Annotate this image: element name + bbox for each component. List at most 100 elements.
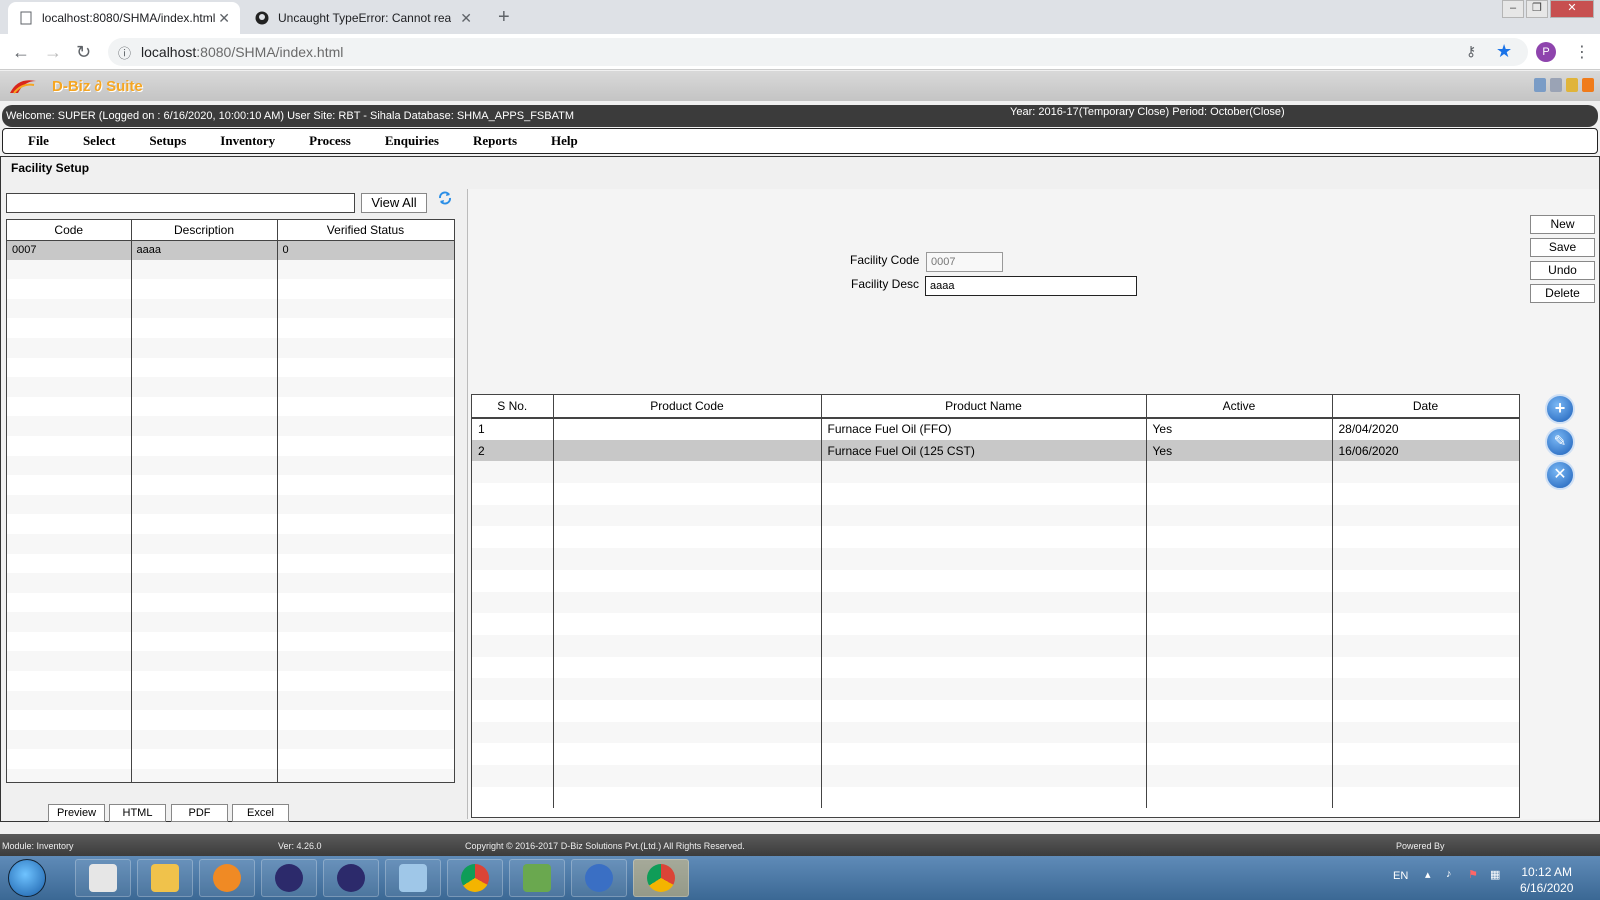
version-text: Ver: 4.26.0 xyxy=(278,841,322,851)
taskbar-app-explorer[interactable] xyxy=(137,859,193,897)
start-button[interactable] xyxy=(8,859,46,897)
new-button[interactable]: New xyxy=(1530,215,1595,234)
empty-cell xyxy=(7,671,132,691)
table-row-empty xyxy=(7,612,454,632)
search-input[interactable] xyxy=(6,193,355,213)
excel-export-button[interactable]: Excel xyxy=(232,804,289,822)
empty-cell xyxy=(277,671,454,691)
empty-cell xyxy=(1146,721,1333,744)
column-header-sno[interactable]: S No. xyxy=(472,395,554,419)
column-header-date[interactable]: Date xyxy=(1332,395,1519,419)
empty-cell xyxy=(1146,461,1333,484)
column-header-product-name[interactable]: Product Name xyxy=(821,395,1147,419)
menu-reports[interactable]: Reports xyxy=(456,133,534,149)
close-icon[interactable]: ✕ xyxy=(218,10,230,27)
table-row[interactable]: 0007 aaaa 0 xyxy=(7,240,454,260)
new-tab-button[interactable]: + xyxy=(498,6,510,29)
delete-button[interactable]: Delete xyxy=(1530,284,1595,303)
view-all-button[interactable]: View All xyxy=(361,193,427,213)
action-center-icon[interactable]: ⚑ xyxy=(1468,868,1478,881)
facility-list-grid: Code Description Verified Status 0007 aa… xyxy=(6,219,455,783)
menu-inventory[interactable]: Inventory xyxy=(203,133,292,149)
menu-process[interactable]: Process xyxy=(292,133,368,149)
column-header-product-code[interactable]: Product Code xyxy=(553,395,822,419)
empty-cell xyxy=(821,678,1147,700)
taskbar-app-chrome-active[interactable] xyxy=(633,859,689,897)
profile-avatar[interactable]: P xyxy=(1536,42,1556,62)
close-icon[interactable]: ✕ xyxy=(460,10,472,27)
preview-button[interactable]: Preview xyxy=(48,804,105,822)
undo-button[interactable]: Undo xyxy=(1530,261,1595,280)
windows-taskbar: EN ▴ ♪ ⚑ ▦ 10:12 AM 6/16/2020 xyxy=(0,856,1600,900)
taskbar-app-documents[interactable] xyxy=(75,859,131,897)
menu-select[interactable]: Select xyxy=(66,133,132,149)
taskbar-app-media[interactable] xyxy=(199,859,255,897)
window-close-button[interactable]: ✕ xyxy=(1550,0,1594,18)
header-icons xyxy=(1534,78,1594,92)
menu-enquiries[interactable]: Enquiries xyxy=(368,133,456,149)
empty-cell xyxy=(1332,765,1519,787)
menu-kebab-icon[interactable]: ⋮ xyxy=(1574,42,1590,62)
browser-tab[interactable]: Uncaught TypeError: Cannot rea ✕ xyxy=(244,2,482,34)
empty-cell xyxy=(7,377,132,397)
empty-cell xyxy=(1332,526,1519,549)
menu-file[interactable]: File xyxy=(3,133,66,149)
empty-cell xyxy=(277,690,454,711)
settings-icon[interactable] xyxy=(1550,78,1562,92)
language-indicator[interactable]: EN xyxy=(1393,870,1408,882)
taskbar-app-eclipse-2[interactable] xyxy=(323,859,379,897)
menu-setups[interactable]: Setups xyxy=(132,133,203,149)
bookmark-star-icon[interactable]: ★ xyxy=(1496,41,1512,62)
network-icon[interactable]: ▦ xyxy=(1490,868,1500,881)
edit-row-button[interactable]: ✎ xyxy=(1545,427,1575,457)
table-row[interactable]: 1 Furnace Fuel Oil (FFO) Yes 28/04/2020 xyxy=(472,418,1519,440)
back-icon[interactable]: ← xyxy=(12,42,30,63)
main-menu: File Select Setups Inventory Process Enq… xyxy=(2,128,1598,154)
column-header-verified-status[interactable]: Verified Status xyxy=(277,220,454,241)
clock[interactable]: 10:12 AM 6/16/2020 xyxy=(1520,864,1573,896)
browser-tab-active[interactable]: localhost:8080/SHMA/index.html ✕ xyxy=(8,2,240,34)
volume-icon[interactable]: ♪ xyxy=(1446,868,1452,880)
column-header-description[interactable]: Description xyxy=(131,220,278,241)
url-rest: :8080/SHMA/index.html xyxy=(196,44,344,60)
tab-title: Uncaught TypeError: Cannot rea xyxy=(278,11,452,25)
logout-icon[interactable] xyxy=(1582,78,1594,92)
column-header-active[interactable]: Active xyxy=(1146,395,1333,419)
taskbar-app-infinity[interactable] xyxy=(571,859,627,897)
table-row[interactable]: 2 Furnace Fuel Oil (125 CST) Yes 16/06/2… xyxy=(472,439,1519,462)
taskbar-app-chrome[interactable] xyxy=(447,859,503,897)
html-export-button[interactable]: HTML xyxy=(109,804,166,822)
pdf-export-button[interactable]: PDF xyxy=(171,804,228,822)
taskbar-app-eclipse[interactable] xyxy=(261,859,317,897)
lock-icon[interactable] xyxy=(1566,78,1578,92)
reload-icon[interactable]: ↻ xyxy=(76,42,91,63)
forward-icon[interactable]: → xyxy=(44,42,62,63)
column-header-code[interactable]: Code xyxy=(7,220,132,241)
menu-help[interactable]: Help xyxy=(534,133,595,149)
add-row-button[interactable]: + xyxy=(1545,394,1575,424)
empty-cell xyxy=(131,533,278,554)
cell-active: Yes xyxy=(1146,439,1333,462)
empty-cell xyxy=(7,396,132,417)
home-icon[interactable] xyxy=(1534,78,1546,92)
url-input[interactable]: ⓘ localhost:8080/SHMA/index.html xyxy=(108,38,1528,66)
delete-row-button[interactable]: ✕ xyxy=(1545,460,1575,490)
empty-cell xyxy=(821,613,1147,635)
facility-desc-field[interactable]: aaaa xyxy=(925,276,1137,296)
empty-cell xyxy=(277,631,454,652)
save-button[interactable]: Save xyxy=(1530,238,1595,257)
empty-cell xyxy=(472,526,554,549)
taskbar-app-notes[interactable] xyxy=(385,859,441,897)
refresh-icon[interactable] xyxy=(437,190,453,206)
info-icon[interactable]: ⓘ xyxy=(118,43,131,62)
empty-cell xyxy=(553,461,822,484)
restore-button[interactable]: ❐ xyxy=(1526,0,1548,18)
facility-code-field[interactable]: 0007 xyxy=(926,252,1003,272)
table-row-empty xyxy=(7,690,454,711)
empty-cell xyxy=(1332,786,1519,809)
show-hidden-icons-icon[interactable]: ▴ xyxy=(1425,868,1431,881)
minimize-button[interactable]: – xyxy=(1502,0,1524,18)
table-row-empty xyxy=(472,634,1519,657)
key-icon[interactable]: ⚷ xyxy=(1466,43,1476,60)
taskbar-app-chart[interactable] xyxy=(509,859,565,897)
